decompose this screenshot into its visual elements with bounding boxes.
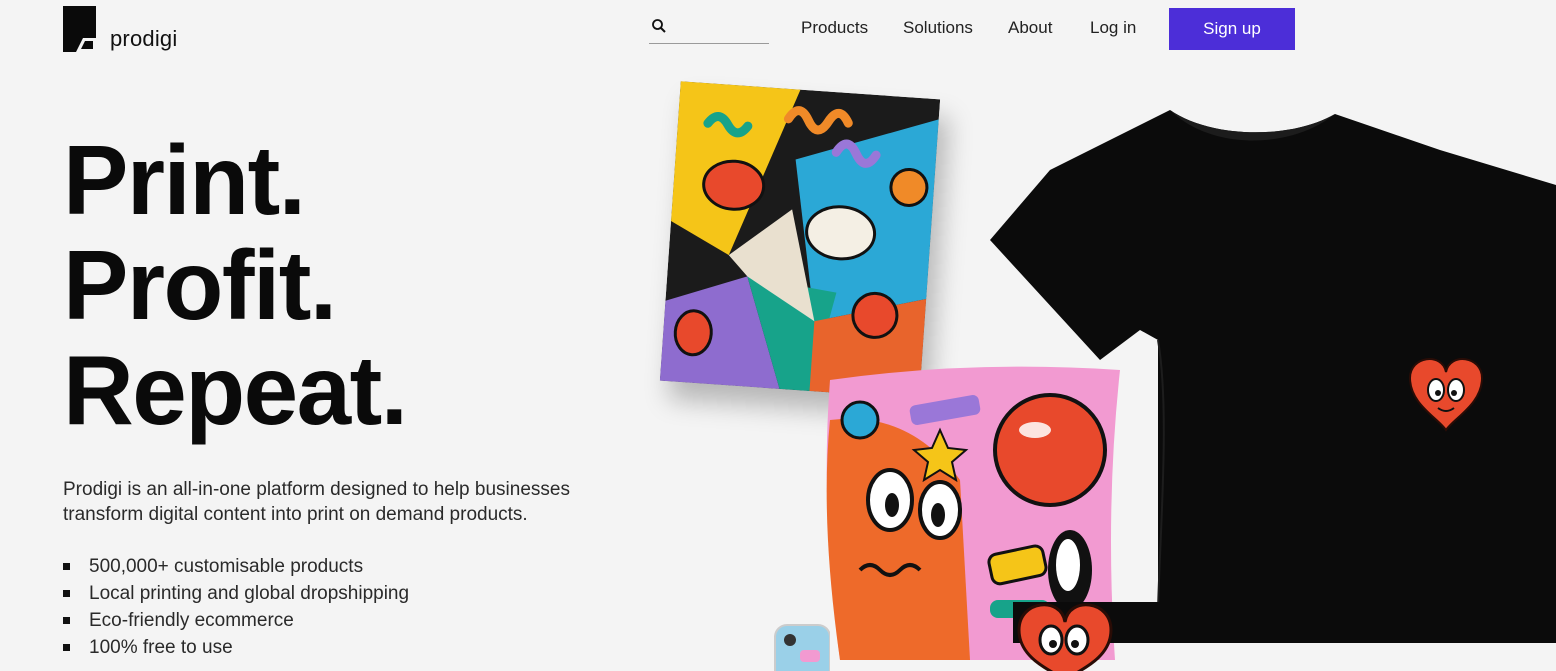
nav-about[interactable]: About [1008,18,1052,38]
hero-line-print: Print. [63,125,306,235]
search-icon[interactable] [651,18,667,34]
feature-item: Local printing and global dropshipping [63,580,409,607]
feature-text: Local printing and global dropshipping [89,582,410,604]
bullet-icon [63,617,70,624]
heart-character-image [1017,603,1113,671]
nav-products[interactable]: Products [801,18,868,38]
bullet-icon [63,644,70,651]
bullet-icon [63,563,70,570]
nav-login[interactable]: Log in [1090,18,1136,38]
prodigi-logo-mark [63,6,96,52]
search-bar[interactable] [649,14,769,44]
bullet-icon [63,590,70,597]
phone-case-image [774,624,830,671]
nav-solutions[interactable]: Solutions [903,18,973,38]
feature-item: 100% free to use [63,634,409,661]
signup-button[interactable]: Sign up [1169,8,1295,50]
feature-text: 100% free to use [89,636,233,658]
notebook-image [659,81,941,399]
hero-product-imagery [640,60,1556,671]
feature-text: Eco-friendly ecommerce [89,609,294,631]
hero-title: Print. Profit. Repeat. [63,125,408,445]
brand-logo[interactable]: prodigi [63,6,177,52]
feature-item: 500,000+ customisable products [63,553,409,580]
brand-name: prodigi [110,26,178,51]
feature-text: 500,000+ customisable products [89,555,364,577]
feature-item: Eco-friendly ecommerce [63,607,409,634]
hero-line-profit: Profit. [63,230,337,340]
search-input[interactable] [671,16,767,38]
hero-description: Prodigi is an all-in-one platform design… [63,479,570,525]
hero-line-repeat: Repeat. [63,335,408,445]
feature-list: 500,000+ customisable products Local pri… [63,553,409,661]
